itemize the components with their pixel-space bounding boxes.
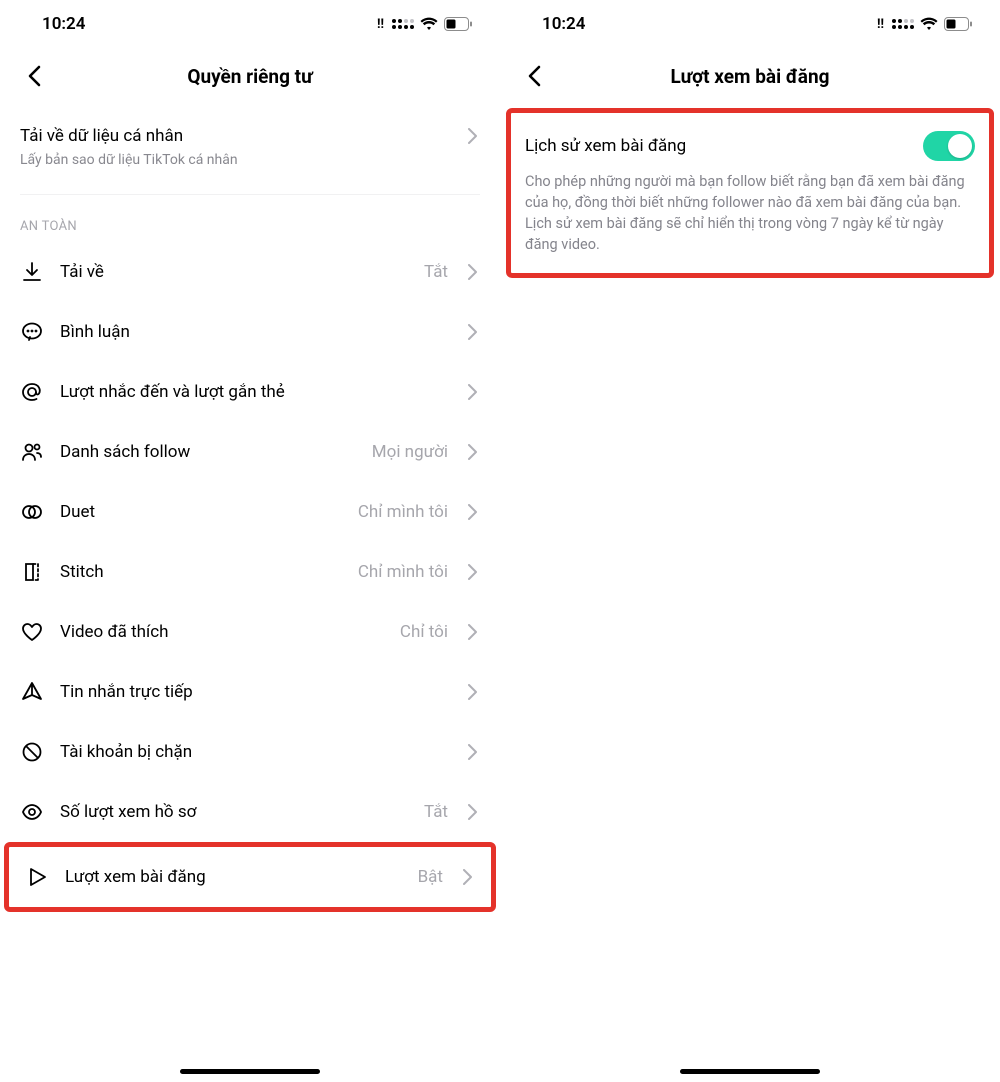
chevron-right-icon: [459, 869, 475, 885]
chevron-right-icon: [464, 324, 480, 340]
chevron-right-icon: [464, 504, 480, 520]
chevron-right-icon: [464, 804, 480, 820]
play-icon: [25, 865, 49, 889]
highlight-post-views: Lượt xem bài đăng Bật: [4, 842, 496, 912]
mention-icon: [20, 380, 44, 404]
heart-icon: [20, 620, 44, 644]
list-item-profile-views[interactable]: Số lượt xem hồ sơ Tắt: [0, 782, 500, 842]
list-item-direct-messages[interactable]: Tin nhắn trực tiếp: [0, 662, 500, 722]
page-title: Quyền riêng tư: [0, 65, 500, 88]
list-item-download[interactable]: Tải về Tắt: [0, 242, 500, 302]
list-item-value: Chỉ mình tôi: [358, 502, 448, 522]
comment-icon: [20, 320, 44, 344]
send-icon: [20, 680, 44, 704]
list-item-label: Tải về: [60, 262, 408, 282]
toggle-knob: [948, 134, 972, 158]
list-item-blocked-accounts[interactable]: Tài khoản bị chặn: [0, 722, 500, 782]
toggle-description: Cho phép những người mà bạn follow biết …: [525, 171, 975, 255]
highlight-toggle-section: Lịch sử xem bài đăng Cho phép những ngườ…: [506, 108, 994, 278]
toggle-label: Lịch sử xem bài đăng: [525, 136, 686, 156]
list-item-follow-list[interactable]: Danh sách follow Mọi người: [0, 422, 500, 482]
status-icons: !!: [877, 17, 972, 32]
page-title: Lượt xem bài đăng: [500, 65, 1000, 88]
status-time: 10:24: [42, 14, 85, 34]
list-item-label: Tin nhắn trực tiếp: [60, 682, 432, 702]
list-item-duet[interactable]: Duet Chỉ mình tôi: [0, 482, 500, 542]
list-item-value: Chỉ mình tôi: [358, 562, 448, 582]
list-item-label: Danh sách follow: [60, 442, 356, 462]
list-item-value: Bật: [418, 867, 443, 887]
list-item-stitch[interactable]: Stitch Chỉ mình tôi: [0, 542, 500, 602]
back-button[interactable]: [518, 60, 550, 92]
list-item-post-views[interactable]: Lượt xem bài đăng Bật: [9, 847, 491, 907]
list-item-value: Tắt: [424, 262, 448, 282]
status-icons: !!: [377, 17, 472, 32]
chevron-right-icon: [464, 744, 480, 760]
list-item-label: Lượt nhắc đến và lượt gắn thẻ: [60, 382, 432, 402]
home-indicator: [180, 1069, 320, 1074]
duet-icon: [20, 500, 44, 524]
home-indicator: [680, 1069, 820, 1074]
stitch-icon: [20, 560, 44, 584]
battery-icon: [444, 17, 472, 31]
list-item-label: Bình luận: [60, 322, 432, 342]
chevron-right-icon: [464, 564, 480, 580]
phone-right: 10:24 !! Lượt xem bài đăng Lịch sử xem b…: [500, 0, 1000, 1082]
status-time: 10:24: [542, 14, 585, 34]
list-item-mentions[interactable]: Lượt nhắc đến và lượt gắn thẻ: [0, 362, 500, 422]
chevron-right-icon: [464, 384, 480, 400]
list-item-comments[interactable]: Bình luận: [0, 302, 500, 362]
chevron-right-icon: [464, 624, 480, 640]
section-label-safety: AN TOÀN: [0, 195, 500, 242]
signal-alert-icon: !!: [877, 17, 884, 32]
chevron-right-icon: [464, 264, 480, 280]
personal-data-subtitle: Lấy bản sao dữ liệu TikTok cá nhân: [20, 152, 480, 168]
eye-icon: [20, 800, 44, 824]
list-item-label: Video đã thích: [60, 622, 384, 642]
download-icon: [20, 260, 44, 284]
nav-header: Quyền riêng tư: [0, 48, 500, 104]
chevron-right-icon: [464, 128, 480, 144]
list-item-value: Tắt: [424, 802, 448, 822]
status-bar: 10:24 !!: [0, 0, 500, 48]
list-item-liked-videos[interactable]: Video đã thích Chỉ tôi: [0, 602, 500, 662]
block-icon: [20, 740, 44, 764]
list-item-label: Stitch: [60, 562, 342, 582]
wifi-icon: [420, 17, 438, 31]
personal-data-row[interactable]: Tải về dữ liệu cá nhân Lấy bản sao dữ li…: [0, 104, 500, 195]
list-item-label: Số lượt xem hồ sơ: [60, 802, 408, 822]
status-bar: 10:24 !!: [500, 0, 1000, 48]
list-item-value: Mọi người: [372, 442, 448, 462]
battery-icon: [944, 17, 972, 31]
cellular-icon: [892, 19, 914, 29]
cellular-icon: [392, 19, 414, 29]
post-view-history-toggle[interactable]: [923, 131, 975, 161]
follow-icon: [20, 440, 44, 464]
list-item-label: Tài khoản bị chặn: [60, 742, 432, 762]
signal-alert-icon: !!: [377, 17, 384, 32]
chevron-right-icon: [464, 444, 480, 460]
list-item-label: Lượt xem bài đăng: [65, 867, 402, 887]
back-button[interactable]: [18, 60, 50, 92]
personal-data-title: Tải về dữ liệu cá nhân: [20, 126, 183, 146]
nav-header: Lượt xem bài đăng: [500, 48, 1000, 104]
wifi-icon: [920, 17, 938, 31]
chevron-right-icon: [464, 684, 480, 700]
phone-left: 10:24 !! Quyền riêng tư Tải về dữ liệu c…: [0, 0, 500, 1082]
list-item-value: Chỉ tôi: [400, 622, 448, 642]
list-item-label: Duet: [60, 502, 342, 522]
